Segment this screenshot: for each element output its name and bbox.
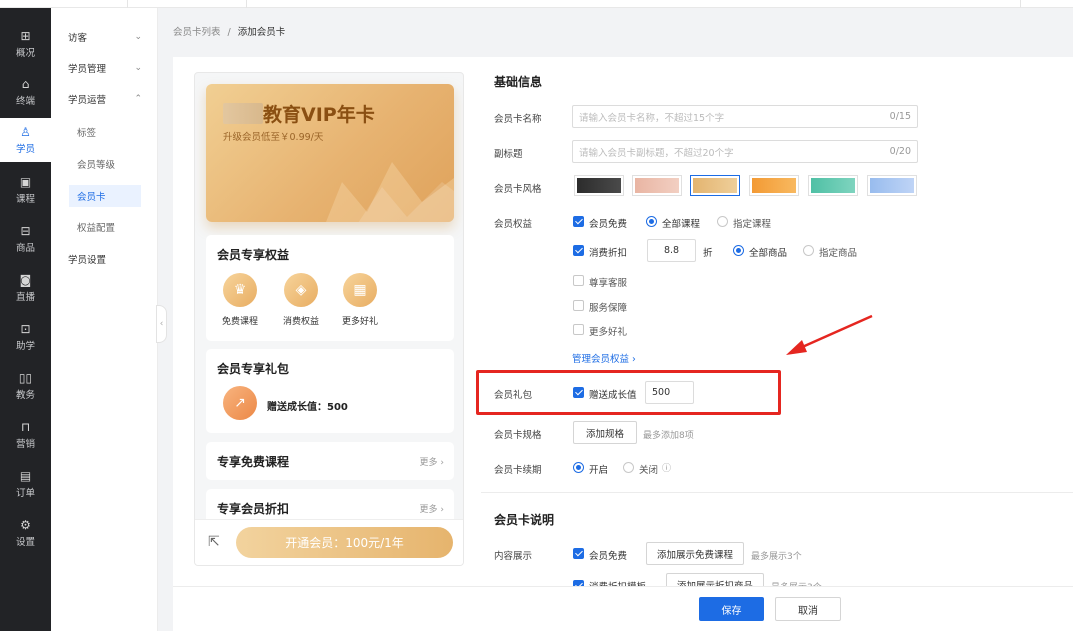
card-decoration	[326, 162, 454, 222]
vip-card-subtitle: 升级会员低至￥0.99/天	[223, 132, 324, 143]
service-guarantee-checkbox[interactable]	[573, 300, 584, 311]
menu-visitors[interactable]: 访客 ⌄	[51, 26, 158, 48]
annotation-arrow-icon	[786, 314, 873, 355]
marketing-icon: ⊓	[20, 420, 31, 434]
style-swatch-dark[interactable]	[574, 175, 624, 196]
all-courses-radio[interactable]	[646, 216, 657, 227]
section-divider	[481, 492, 1073, 493]
nav-item-order[interactable]: ▤ 订单	[0, 462, 51, 506]
card-name-input[interactable]: 请输入会员卡名称，不超过15个字 0/15	[572, 105, 918, 128]
primary-nav: ⊞ 概况 ⌂ 终端 ♙ 学员 ▣ 课程 ⊟ 商品 ◙ 直播 ⊡ 助学 ▯▯ 教务 ⊓ 营销 ▤ 订单…	[0, 8, 51, 631]
renew-on-radio[interactable]	[573, 462, 584, 473]
menu-student-operations[interactable]: 学员运营 ⌃	[51, 88, 158, 110]
breadcrumb-parent[interactable]: 会员卡列表	[173, 27, 221, 38]
all-goods-radio[interactable]	[733, 245, 744, 256]
specified-courses-radio[interactable]	[717, 216, 728, 227]
vip-card-preview: 教育VIP年卡 升级会员低至￥0.99/天	[206, 84, 454, 222]
action-bar	[173, 586, 1073, 631]
more-gifts-checkbox[interactable]	[573, 324, 584, 335]
style-swatch-blue[interactable]	[867, 175, 917, 196]
style-swatch-rose[interactable]	[632, 175, 682, 196]
breadcrumb-current: 添加会员卡	[237, 27, 286, 38]
nav-item-students[interactable]: ♙ 学员	[0, 118, 51, 162]
basic-info-title: 基础信息	[494, 75, 543, 89]
vip-card-name: 教育VIP年卡	[263, 104, 375, 126]
nav-item-course[interactable]: ▣ 课程	[0, 168, 51, 212]
dashboard-icon: ⊞	[20, 29, 31, 43]
share-icon[interactable]: ⇱	[208, 534, 220, 550]
cancel-button[interactable]: 取消	[775, 597, 841, 621]
chevron-down-icon: ⌄	[134, 63, 142, 73]
highlight-box	[476, 370, 781, 415]
nav-item-goods[interactable]: ⊟ 商品	[0, 217, 51, 261]
menu-benefit-config[interactable]: 权益配置	[69, 216, 141, 238]
chevron-left-icon: ‹	[159, 319, 164, 329]
nav-item-assist[interactable]: ⊡ 助学	[0, 315, 51, 359]
more-link[interactable]: 更多 ›	[420, 502, 444, 515]
chevron-up-icon: ⌃	[134, 94, 142, 104]
menu-student-settings[interactable]: 学员设置	[51, 248, 158, 270]
growth-icon: ↗	[223, 386, 257, 420]
specified-goods-radio[interactable]	[803, 245, 814, 256]
benefits-section: 会员专享权益 ♛ 免费课程 ◈ 消费权益 ▦ 更多好礼	[206, 235, 454, 341]
nav-item-overview[interactable]: ⊞ 概况	[0, 22, 51, 66]
gift-pack-section: 会员专享礼包 ↗ 赠送成长值：500	[206, 349, 454, 433]
discount-input[interactable]: 8.8	[647, 239, 696, 262]
store-icon: ⌂	[21, 77, 30, 91]
menu-tags[interactable]: 标签	[69, 121, 141, 143]
content-free-checkbox[interactable]	[573, 548, 584, 559]
nav-item-marketing[interactable]: ⊓ 营销	[0, 413, 51, 457]
benefit-more-gifts: ▦ 更多好礼	[330, 273, 390, 327]
blurred-brand	[223, 103, 263, 124]
benefit-consumption: ◈ 消费权益	[271, 273, 331, 327]
users-icon: ♙	[20, 125, 31, 139]
more-link[interactable]: 更多 ›	[420, 455, 444, 468]
benefit-free-courses: ♛ 免费课程	[210, 273, 270, 327]
menu-member-levels[interactable]: 会员等级	[69, 153, 141, 175]
menu-member-cards[interactable]: 会员卡	[69, 185, 141, 207]
manage-benefits-link[interactable]: 管理会员权益 ›	[572, 351, 636, 365]
chevron-down-icon: ⌄	[134, 32, 142, 42]
collapse-menu-toggle[interactable]: ‹	[156, 305, 167, 343]
order-icon: ▤	[19, 469, 32, 483]
live-icon: ◙	[19, 273, 32, 287]
vip-service-checkbox[interactable]	[573, 275, 584, 286]
goods-icon: ⊟	[20, 224, 31, 238]
style-swatch-orange[interactable]	[749, 175, 799, 196]
nav-item-academic[interactable]: ▯▯ 教务	[0, 364, 51, 408]
add-free-course-button[interactable]: 添加展示免费课程	[646, 542, 744, 565]
crown-icon: ♛	[223, 273, 257, 307]
top-bar	[0, 0, 1073, 8]
gift-icon: ▦	[343, 273, 377, 307]
style-swatch-teal[interactable]	[808, 175, 858, 196]
nav-item-live[interactable]: ◙ 直播	[0, 266, 51, 310]
settings-icon: ⚙	[20, 518, 31, 532]
free-courses-section: 专享免费课程 更多 ›	[206, 442, 454, 480]
discount-checkbox[interactable]	[573, 245, 584, 256]
nav-item-terminal[interactable]: ⌂ 终端	[0, 70, 51, 114]
assist-icon: ⊡	[20, 322, 31, 336]
nav-item-settings[interactable]: ⚙ 设置	[0, 511, 51, 555]
preview-footer: ⇱ 开通会员：100元/1年	[195, 519, 463, 565]
breadcrumb: 会员卡列表 / 添加会员卡	[173, 27, 286, 38]
tag-icon: ◈	[284, 273, 318, 307]
member-free-checkbox[interactable]	[573, 216, 584, 227]
secondary-menu: 访客 ⌄ 学员管理 ⌄ 学员运营 ⌃ 标签 会员等级 会员卡 权益配置 学员设置	[51, 8, 158, 631]
renew-off-radio[interactable]	[623, 462, 634, 473]
card-preview: 教育VIP年卡 升级会员低至￥0.99/天 会员专享权益 ♛ 免费课程 ◈ 消费权益…	[194, 72, 464, 566]
style-swatch-gold[interactable]	[690, 175, 740, 196]
open-membership-button[interactable]: 开通会员：100元/1年	[236, 527, 453, 558]
description-title: 会员卡说明	[494, 513, 555, 527]
course-icon: ▣	[19, 175, 32, 189]
info-icon[interactable]: ⓘ	[662, 461, 671, 474]
academic-icon: ▯▯	[18, 371, 33, 385]
save-button[interactable]: 保存	[699, 597, 764, 621]
add-spec-button[interactable]: 添加规格	[573, 421, 637, 444]
subtitle-input[interactable]: 请输入会员卡副标题，不超过20个字 0/20	[572, 140, 918, 163]
menu-student-management[interactable]: 学员管理 ⌄	[51, 57, 158, 79]
